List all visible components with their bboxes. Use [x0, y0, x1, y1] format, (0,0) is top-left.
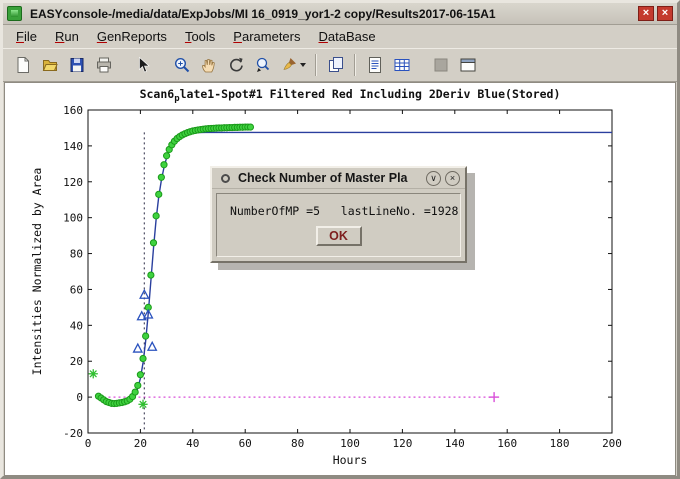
select-arrow-button[interactable] — [129, 52, 156, 79]
svg-text:140: 140 — [63, 140, 83, 153]
window-layout-icon — [459, 56, 477, 74]
menu-run[interactable]: Run — [46, 26, 88, 47]
report-document-icon — [366, 56, 384, 74]
zoom-in-button[interactable] — [168, 52, 195, 79]
copy-figure-button[interactable] — [322, 52, 349, 79]
toolbar — [3, 48, 677, 82]
open-folder-icon — [41, 56, 59, 74]
svg-text:100: 100 — [340, 437, 360, 450]
dialog-title: Check Number of Master Pla — [238, 171, 422, 185]
svg-text:140: 140 — [445, 437, 465, 450]
window-minimize-button[interactable]: × — [638, 6, 654, 21]
menu-database[interactable]: DataBase — [310, 26, 385, 47]
app-window: EASYconsole-/media/data/ExpJobs/MI 16_09… — [0, 0, 680, 479]
svg-text:20: 20 — [134, 437, 147, 450]
svg-text:100: 100 — [63, 212, 83, 225]
svg-text:Hours: Hours — [333, 453, 368, 467]
dialog-titlebar[interactable]: Check Number of Master Pla ∨ × — [212, 168, 465, 189]
paint-brush-icon — [280, 56, 298, 74]
menubar: File Run GenReports Tools Parameters Dat… — [3, 25, 677, 48]
rotate-icon — [227, 56, 245, 74]
window-layout-button[interactable] — [454, 52, 481, 79]
new-document-icon — [14, 56, 32, 74]
toolbar-gap — [415, 65, 427, 66]
window-title: EASYconsole-/media/data/ExpJobs/MI 16_09… — [30, 7, 635, 21]
svg-text:60: 60 — [70, 283, 83, 296]
svg-text:Intensities Normalized by Area: Intensities Normalized by Area — [30, 168, 44, 376]
save-icon — [68, 56, 86, 74]
dialog-icon — [221, 174, 230, 183]
svg-text:Scan6plate1-Spot#1 Filtered Re: Scan6plate1-Spot#1 Filtered Red Includin… — [140, 87, 561, 104]
toolbar-separator — [315, 54, 317, 76]
svg-text:160: 160 — [497, 437, 517, 450]
svg-text:120: 120 — [63, 176, 83, 189]
data-table-button[interactable] — [388, 52, 415, 79]
print-button[interactable] — [90, 52, 117, 79]
paint-brush-button[interactable] — [276, 52, 310, 79]
pan-hand-button[interactable] — [195, 52, 222, 79]
svg-text:60: 60 — [239, 437, 252, 450]
svg-text:200: 200 — [602, 437, 622, 450]
dialog-message: NumberOfMP =5 lastLineNo. =1928 — [230, 204, 460, 218]
svg-text:40: 40 — [186, 437, 199, 450]
rotate-button[interactable] — [222, 52, 249, 79]
toolbar-separator — [354, 54, 356, 76]
data-table-icon — [393, 56, 411, 74]
svg-text:40: 40 — [70, 319, 83, 332]
menu-tools[interactable]: Tools — [176, 26, 224, 47]
chart-canvas[interactable]: 020406080100120140160180200-200204060801… — [5, 83, 675, 475]
select-arrow-icon — [134, 56, 152, 74]
report-document-button[interactable] — [361, 52, 388, 79]
menu-genreports[interactable]: GenReports — [88, 26, 176, 47]
copy-figure-icon — [327, 56, 345, 74]
pan-hand-icon — [200, 56, 218, 74]
window-titlebar[interactable]: EASYconsole-/media/data/ExpJobs/MI 16_09… — [3, 3, 677, 25]
svg-text:80: 80 — [70, 248, 83, 261]
svg-text:80: 80 — [291, 437, 304, 450]
dropdown-arrow-icon — [300, 63, 306, 67]
toolbar-gap — [156, 65, 168, 66]
dialog-shade-button[interactable]: ∨ — [426, 171, 441, 186]
zoom-region-icon — [254, 56, 272, 74]
stop-button[interactable] — [427, 52, 454, 79]
dialog-check-number-of-master-plates: Check Number of Master Pla ∨ × NumberOfM… — [210, 166, 467, 263]
svg-text:0: 0 — [76, 391, 83, 404]
dialog-body: NumberOfMP =5 lastLineNo. =1928 OK — [216, 193, 461, 257]
dialog-close-button[interactable]: × — [445, 171, 460, 186]
new-document-button[interactable] — [9, 52, 36, 79]
svg-text:120: 120 — [392, 437, 412, 450]
open-folder-button[interactable] — [36, 52, 63, 79]
zoom-in-icon — [173, 56, 191, 74]
menu-parameters[interactable]: Parameters — [224, 26, 309, 47]
save-button[interactable] — [63, 52, 90, 79]
svg-text:0: 0 — [85, 437, 92, 450]
figure-area: 020406080100120140160180200-200204060801… — [4, 82, 676, 476]
stop-icon — [432, 56, 450, 74]
app-icon — [7, 6, 22, 21]
print-icon — [95, 56, 113, 74]
toolbar-gap — [117, 65, 129, 66]
svg-text:180: 180 — [550, 437, 570, 450]
svg-text:160: 160 — [63, 104, 83, 117]
svg-text:-20: -20 — [63, 427, 83, 440]
zoom-region-button[interactable] — [249, 52, 276, 79]
menu-file[interactable]: File — [7, 26, 46, 47]
window-close-button[interactable]: × — [657, 6, 673, 21]
dialog-ok-button[interactable]: OK — [316, 226, 362, 246]
svg-text:20: 20 — [70, 355, 83, 368]
